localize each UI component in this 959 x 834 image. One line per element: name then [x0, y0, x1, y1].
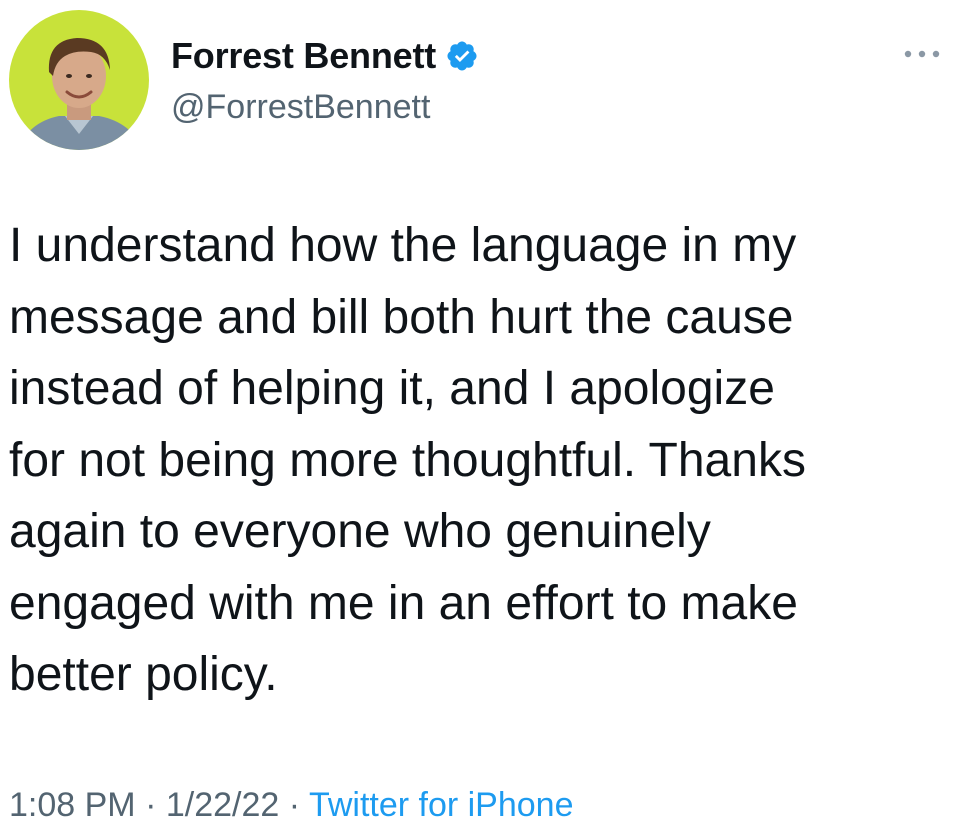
- author-display-name[interactable]: Forrest Bennett: [171, 34, 436, 78]
- avatar[interactable]: [9, 10, 149, 150]
- tweet-time[interactable]: 1:08 PM: [9, 786, 136, 824]
- author-handle[interactable]: @ForrestBennett: [171, 86, 430, 128]
- meta-separator: ·: [145, 786, 157, 824]
- tweet-metadata: 1:08 PM · 1/22/22 · Twitter for iPhone: [9, 780, 574, 830]
- tweet-source[interactable]: Twitter for iPhone: [309, 786, 574, 824]
- verified-badge-icon: [445, 39, 479, 73]
- avatar-image: [9, 10, 149, 150]
- tweet-text: I understand how the language in my mess…: [9, 219, 806, 701]
- more-options-icon[interactable]: [902, 44, 942, 64]
- author-name-row: Forrest Bennett: [171, 34, 479, 78]
- tweet-card: Forrest Bennett @ForrestBennett I unders…: [0, 0, 959, 834]
- meta-separator: ·: [288, 786, 301, 824]
- tweet-date[interactable]: 1/22/22: [166, 786, 279, 824]
